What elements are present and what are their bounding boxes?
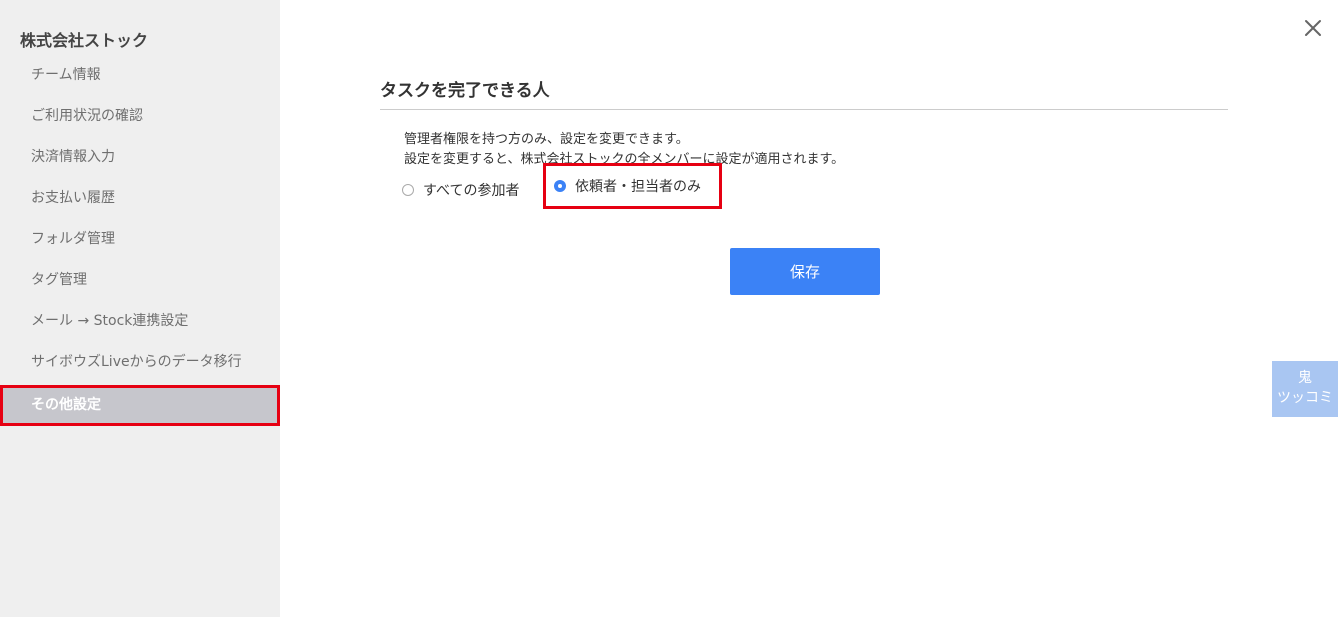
radio-checked-icon[interactable]: [554, 180, 566, 192]
radio-unchecked-icon[interactable]: [402, 184, 414, 196]
team-name: 株式会社ストック: [20, 31, 149, 50]
sidebar-item-mail-stock-link[interactable]: メール → Stock連携設定: [0, 301, 280, 342]
description-line-1: 管理者権限を持つ方のみ、設定を変更できます。: [404, 132, 689, 147]
sidebar-item-other-settings[interactable]: その他設定: [0, 385, 280, 426]
side-tab-line-1: 鬼: [1298, 370, 1312, 386]
close-icon: [1305, 20, 1321, 36]
sidebar-item-payment-history[interactable]: お支払い履歴: [0, 178, 280, 219]
sidebar-nav: チーム情報 ご利用状況の確認 決済情報入力 お支払い履歴 フォルダ管理 タグ管理…: [0, 55, 280, 426]
radio-option-all-participants[interactable]: すべての参加者: [402, 170, 519, 210]
sidebar-item-team-info[interactable]: チーム情報: [0, 55, 280, 96]
side-tab-line-2: ツッコミ: [1277, 390, 1333, 406]
sidebar-item-cybozu-live-migration[interactable]: サイボウズLiveからのデータ移行: [0, 342, 280, 383]
sidebar-item-folder-management[interactable]: フォルダ管理: [0, 219, 280, 260]
task-completion-section: タスクを完了できる人 管理者権限を持つ方のみ、設定を変更できます。 設定を変更す…: [380, 76, 1228, 210]
sidebar-item-payment-info[interactable]: 決済情報入力: [0, 137, 280, 178]
sidebar-item-tag-management[interactable]: タグ管理: [0, 260, 280, 301]
radio-option-requester-assignee[interactable]: 依頼者・担当者のみ: [543, 163, 722, 209]
radio-label-all-participants: すべての参加者: [423, 183, 520, 199]
section-title: タスクを完了できる人: [380, 76, 1228, 110]
radio-group: すべての参加者 依頼者・担当者のみ: [380, 163, 1228, 210]
close-button[interactable]: [1301, 16, 1325, 40]
sidebar: 株式会社ストック チーム情報 ご利用状況の確認 決済情報入力 お支払い履歴 フォ…: [0, 0, 280, 617]
description: 管理者権限を持つ方のみ、設定を変更できます。 設定を変更すると、株式会社ストック…: [380, 130, 1228, 170]
description-line-2: 設定を変更すると、株式会社ストックの全メンバーに設定が適用されます。: [404, 152, 845, 167]
sidebar-item-usage[interactable]: ご利用状況の確認: [0, 96, 280, 137]
radio-label-requester-assignee: 依頼者・担当者のみ: [575, 179, 701, 195]
settings-window: 株式会社ストック チーム情報 ご利用状況の確認 決済情報入力 お支払い履歴 フォ…: [0, 0, 1338, 617]
save-button[interactable]: 保存: [730, 248, 880, 295]
feedback-side-tab[interactable]: 鬼 ツッコミ: [1272, 361, 1338, 417]
